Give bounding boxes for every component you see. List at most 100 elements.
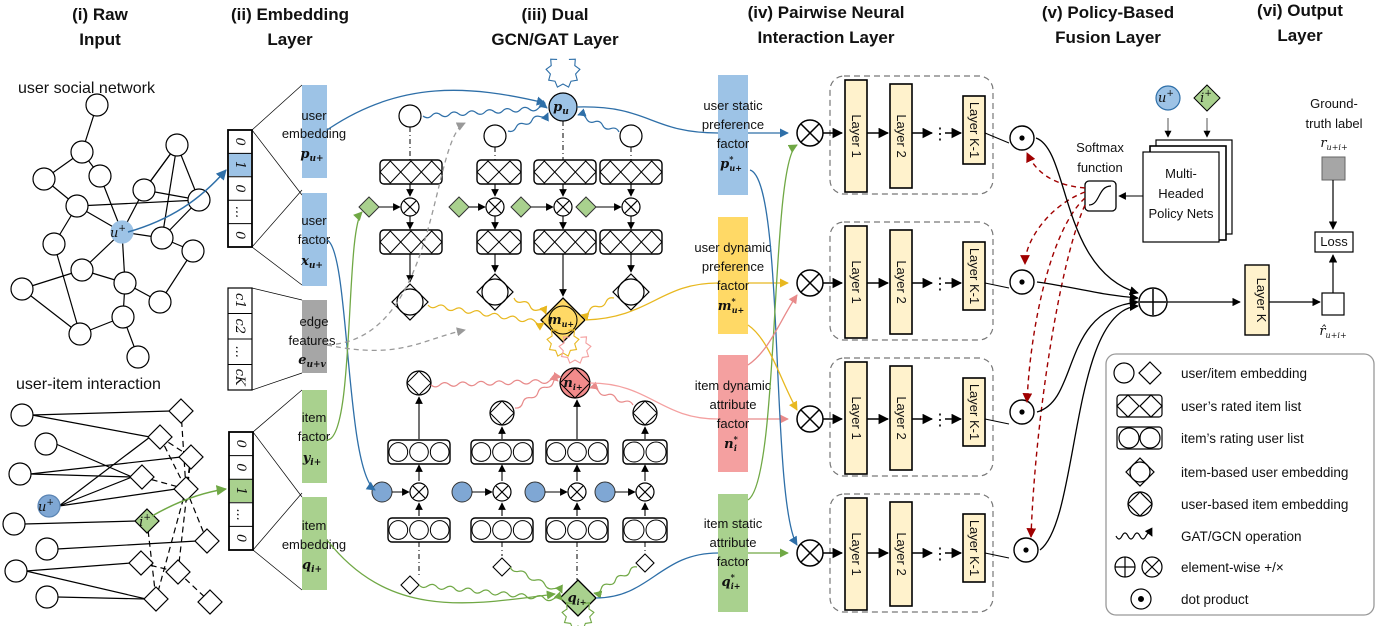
factor-symbol: n* i [724, 434, 738, 453]
rating-user-list [470, 517, 534, 543]
user-item-interaction-graph: user-item interaction u+i+ [2, 376, 223, 615]
interaction-user-node [10, 403, 34, 427]
rating-user-list [545, 517, 609, 543]
social-network-label: user social network [18, 80, 156, 97]
softmax-label-2: function [1077, 160, 1123, 175]
user-factor-circle [594, 481, 616, 503]
gat-gcn-wavy-arrow [593, 566, 638, 599]
interaction-user-node [8, 462, 32, 486]
factor-bars: user staticpreferencefactorp* u+user dyna… [694, 75, 772, 612]
dot-product-dot [1019, 135, 1025, 141]
mlp-layer-label: Layer K-1 [967, 384, 982, 440]
vector-cell: 0 [233, 534, 248, 542]
user-factor-label-2: factor [298, 232, 331, 247]
ellipsis: ⋮ [932, 126, 948, 143]
gat-gcn-wavy-arrow [418, 583, 563, 602]
factor-label-line3: factor [717, 136, 750, 151]
mlp-layer-label: Layer 1 [849, 114, 864, 157]
output-line [984, 282, 1010, 289]
header-raw-input-line2: Input [79, 30, 121, 49]
section-headers: (i) Raw Input (ii) Embedding Layer (iii)… [72, 1, 1343, 49]
interaction-edge [56, 596, 147, 600]
architecture-diagram: (i) Raw Input (ii) Embedding Layer (iii)… [2, 1, 1375, 626]
vector-cell: 0 [233, 440, 248, 448]
ground-truth-box [1321, 156, 1346, 181]
policy-label-2: Headed [1158, 186, 1204, 201]
gat-gcn-wavy-arrow [513, 297, 548, 315]
embedding-layer: 010...0 c1c2...cK 001...0 user embedding… [227, 84, 346, 591]
social-user-node [126, 345, 150, 369]
legend-label: GAT/GCN operation [1181, 529, 1302, 544]
user-factor-circle [524, 481, 546, 503]
social-user-node [68, 322, 92, 346]
interaction-user-node [4, 559, 28, 583]
vector-cell: cK [232, 369, 247, 387]
social-user-node [70, 140, 94, 164]
legend-label: user’s rated item list [1181, 399, 1302, 414]
ellipsis: ⋮ [932, 276, 948, 293]
gat-gcn-wavy-arrow [509, 566, 563, 594]
layer-k-label: Layer K [1254, 278, 1269, 323]
legend-label: element-wise +/× [1181, 560, 1284, 575]
neighbor-user-node [619, 124, 643, 148]
social-user-node [148, 290, 172, 314]
rating-user-list [622, 517, 668, 543]
ellipsis: ⋮ [932, 412, 948, 429]
social-user-node [111, 305, 135, 329]
loss-label: Loss [1320, 234, 1348, 249]
user-onehot-vector: 0 1 0... 0 [227, 129, 253, 248]
vector-cell: c1 [232, 293, 247, 309]
mlp-layer-label: Layer 1 [849, 396, 864, 439]
factor-label-line2: preference [702, 117, 764, 132]
header-raw-input-line1: (i) Raw [72, 5, 129, 24]
rated-item-list [599, 229, 663, 255]
interaction-row: Layer 1 Layer 2 Layer K-1 ⋮ [796, 221, 1035, 341]
factor-label-line2: attribute [710, 397, 757, 412]
factor-label-line3: factor [717, 278, 750, 293]
factor-label-line3: factor [717, 416, 750, 431]
factor-label-line1: user dynamic [694, 240, 772, 255]
vector-cell: 0 [232, 184, 247, 192]
mlp-layer-label: Layer 1 [849, 532, 864, 575]
prediction-symbol: r̂u+i+ [1319, 324, 1346, 340]
rating-user-list [545, 439, 609, 465]
item-factor-diamond [448, 196, 470, 218]
vector-cell: 1 [232, 161, 247, 169]
item-static-factor-bar [718, 494, 748, 612]
social-user-node [181, 239, 205, 263]
user-based-item-embedding [632, 400, 658, 426]
interaction-item-node [143, 586, 169, 612]
vector-cell: c2 [232, 318, 247, 334]
user-embedding-label-2: embedding [282, 126, 346, 141]
interaction-edge [58, 488, 177, 507]
pairwise-interaction-rows: Layer 1 Layer 2 Layer K-1⋮Layer 1 Layer 2 La… [796, 75, 1039, 613]
rating-user-list [387, 517, 451, 543]
interaction-edge [23, 520, 138, 525]
header-output-line1: (vi) Output [1257, 1, 1343, 20]
social-user-node [165, 133, 189, 157]
factor-label-line1: user static [703, 98, 763, 113]
interaction-item-node [168, 398, 194, 424]
social-user-node [42, 232, 66, 256]
user-based-item-embedding [489, 400, 515, 426]
gat-gcn-wavy-arrow [589, 381, 634, 406]
interaction-user-node [2, 512, 26, 536]
legend-label: dot product [1181, 592, 1249, 607]
user-factor-to-gcn-arrow [326, 239, 376, 491]
dot-product-dot [1019, 279, 1025, 285]
interaction-edge [25, 562, 132, 572]
rating-user-list [622, 439, 668, 465]
social-user-node [88, 164, 112, 188]
social-user-node [32, 167, 56, 191]
mlp-layer-label: Layer 2 [894, 114, 909, 157]
interaction-item-node [147, 424, 173, 450]
edge-features-label-1: edge [300, 314, 329, 329]
header-gcn-line1: (iii) Dual [521, 5, 588, 24]
social-network-graph: user social network u+ [10, 80, 211, 369]
header-fusion-line1: (v) Policy-Based [1042, 3, 1174, 22]
self-loop-wavy [545, 58, 581, 88]
legend: user/item embedding user’s rated item lis… [1105, 353, 1375, 616]
header-output-line2: Layer [1277, 26, 1323, 45]
interaction-row: Layer 1 Layer 2 Layer K-1 ⋮ [796, 493, 1039, 613]
softmax-function-box [1084, 180, 1117, 212]
